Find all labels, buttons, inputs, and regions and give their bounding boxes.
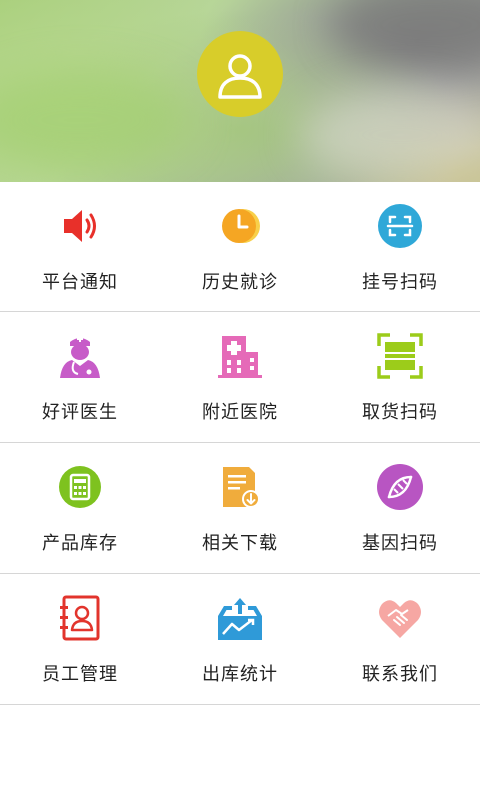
menu-item-platform-notice[interactable]: 平台通知	[0, 182, 160, 311]
menu-item-staff-management[interactable]: 员工管理	[0, 574, 160, 704]
menu-item-label: 基因扫码	[362, 533, 438, 554]
menu-item-visit-history[interactable]: 历史就诊	[160, 182, 320, 311]
menu-row: 产品库存 相关下载 基因扫码	[0, 443, 480, 574]
doctor-icon	[56, 332, 104, 380]
profile-header	[0, 0, 480, 182]
scan-frame-icon	[376, 332, 424, 380]
menu-grid: 平台通知 历史就诊 挂号扫码 好评医生 附近医院 取货扫码 产品库存 相关下载 …	[0, 182, 480, 705]
menu-item-contact-us[interactable]: 联系我们	[320, 574, 480, 704]
header-background-blur	[330, 0, 480, 70]
menu-item-label: 联系我们	[362, 664, 438, 685]
contact-card-icon	[56, 594, 104, 642]
menu-item-label: 取货扫码	[362, 402, 438, 423]
menu-item-top-rated-doctors[interactable]: 好评医生	[0, 312, 160, 442]
menu-item-nearby-hospitals[interactable]: 附近医院	[160, 312, 320, 442]
menu-item-related-downloads[interactable]: 相关下载	[160, 443, 320, 573]
hospital-icon	[216, 332, 264, 380]
download-document-icon	[216, 463, 264, 511]
menu-item-outbound-statistics[interactable]: 出库统计	[160, 574, 320, 704]
menu-item-label: 出库统计	[202, 664, 278, 685]
handshake-heart-icon	[376, 594, 424, 642]
calculator-icon	[56, 463, 104, 511]
menu-item-label: 历史就诊	[202, 272, 278, 293]
menu-item-gene-scan[interactable]: 基因扫码	[320, 443, 480, 573]
menu-item-label: 附近医院	[202, 402, 278, 423]
menu-row: 平台通知 历史就诊 挂号扫码	[0, 182, 480, 312]
menu-item-label: 产品库存	[42, 533, 118, 554]
menu-item-label: 好评医生	[42, 402, 118, 423]
menu-row: 员工管理 出库统计 联系我们	[0, 574, 480, 705]
header-background-blur	[0, 70, 190, 170]
menu-item-registration-scan[interactable]: 挂号扫码	[320, 182, 480, 311]
menu-item-pickup-scan[interactable]: 取货扫码	[320, 312, 480, 442]
menu-row: 好评医生 附近医院 取货扫码	[0, 312, 480, 443]
statistics-tray-icon	[216, 594, 264, 642]
clock-icon	[216, 202, 264, 250]
dna-icon	[376, 463, 424, 511]
menu-item-label: 相关下载	[202, 533, 278, 554]
scan-icon	[376, 202, 424, 250]
header-background-blur	[300, 90, 480, 180]
app-screen: 平台通知 历史就诊 挂号扫码 好评医生 附近医院 取货扫码 产品库存 相关下载 …	[0, 0, 480, 800]
speaker-icon	[56, 202, 104, 250]
menu-item-label: 挂号扫码	[362, 272, 438, 293]
menu-item-label: 员工管理	[42, 664, 118, 685]
avatar[interactable]	[197, 31, 283, 117]
menu-item-label: 平台通知	[42, 272, 118, 293]
user-avatar-icon	[218, 54, 262, 99]
menu-item-product-inventory[interactable]: 产品库存	[0, 443, 160, 573]
